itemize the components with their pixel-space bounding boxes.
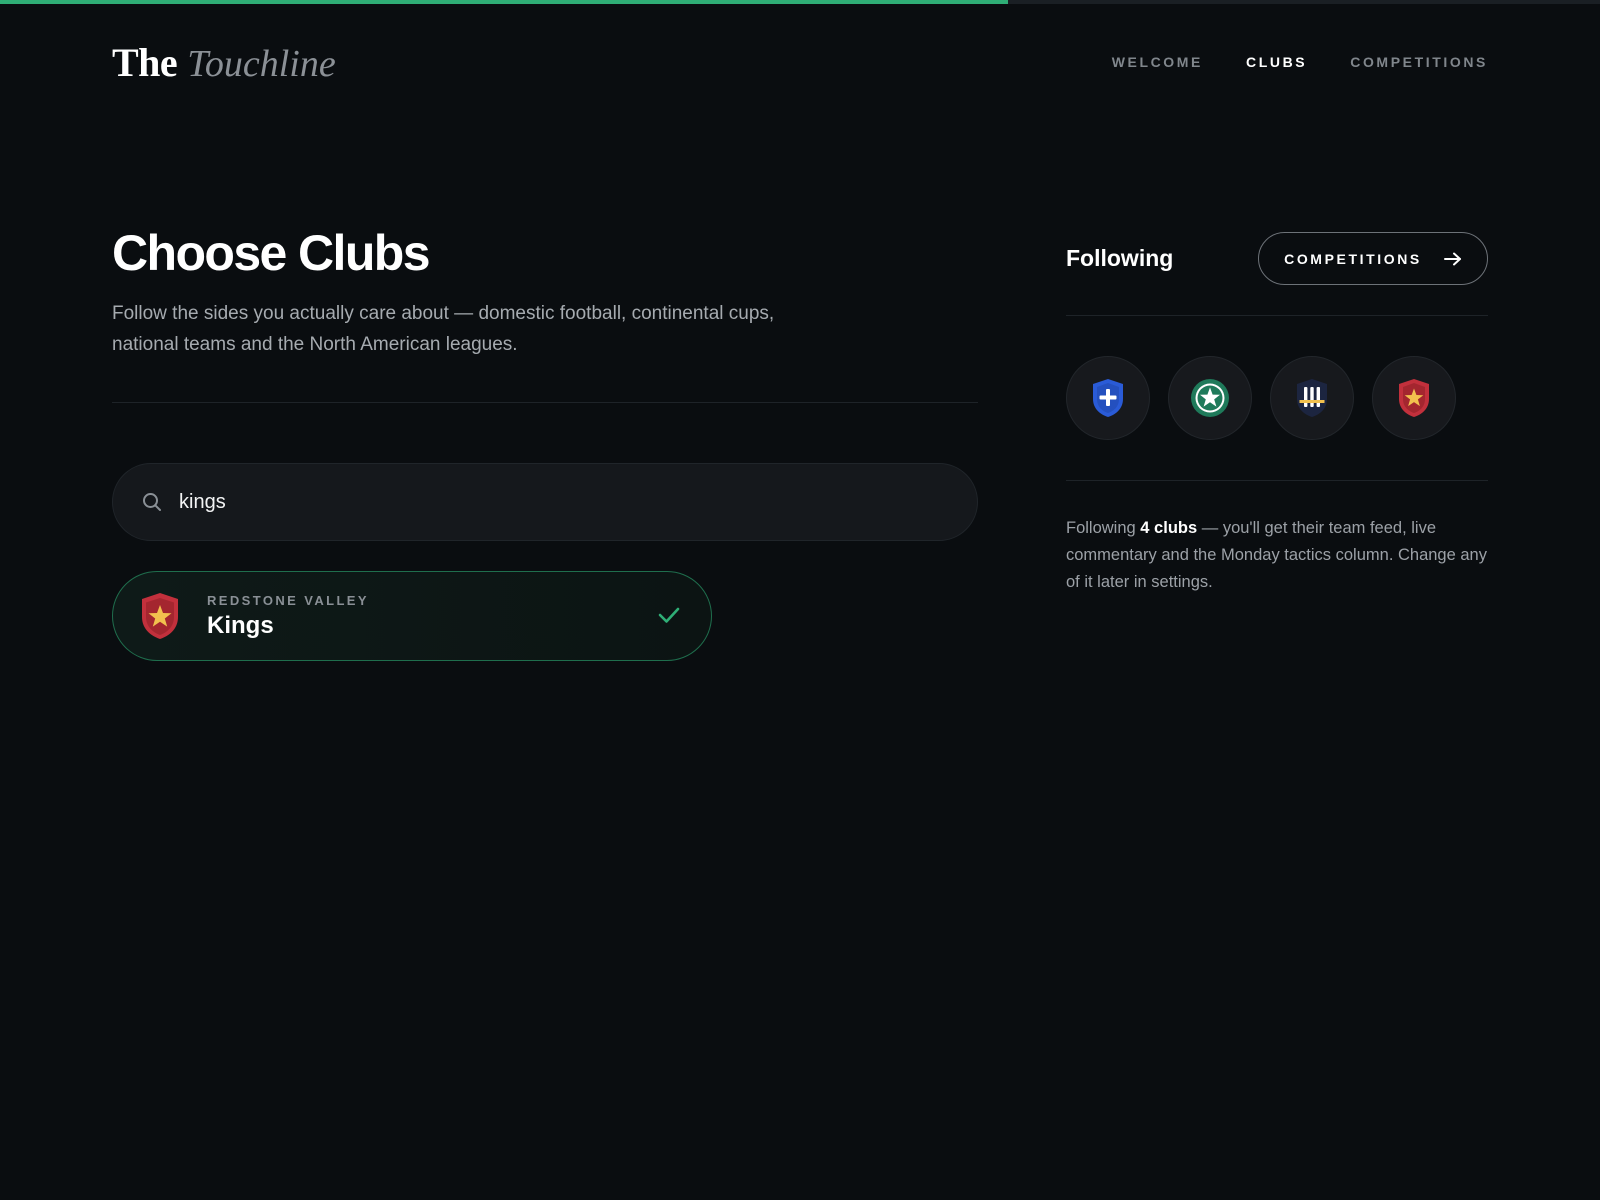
following-title: Following — [1066, 245, 1174, 271]
search-bar[interactable] — [112, 463, 978, 541]
following-note-prefix: Following — [1066, 519, 1141, 537]
check-icon — [658, 607, 680, 623]
club-result-text: REDSTONE VALLEY Kings — [207, 593, 369, 640]
club-region: REDSTONE VALLEY — [207, 592, 369, 608]
page-title: Choose Clubs — [112, 225, 431, 281]
red-shield-star-crest-icon — [142, 593, 178, 639]
navy-stripes-crest-icon — [1297, 379, 1327, 417]
club-name: Kings — [207, 611, 274, 639]
following-panel: Following COMPETITIONS Following 4 clubs… — [1066, 232, 1488, 596]
following-note: Following 4 clubs — you'll get their tea… — [1066, 515, 1488, 596]
following-header: Following COMPETITIONS — [1066, 232, 1488, 285]
brand-the: The — [112, 39, 178, 85]
nav-welcome[interactable]: WELCOME — [1112, 54, 1203, 70]
search-input[interactable] — [179, 490, 879, 514]
red-shield-star-crest-icon — [1399, 379, 1429, 417]
nav-clubs[interactable]: CLUBS — [1246, 54, 1307, 70]
competitions-button[interactable]: COMPETITIONS — [1258, 232, 1488, 285]
followed-club-red[interactable] — [1372, 356, 1456, 440]
nav-competitions[interactable]: COMPETITIONS — [1350, 54, 1488, 70]
search-icon — [143, 493, 161, 511]
top-nav: WELCOME CLUBS COMPETITIONS — [1112, 54, 1488, 70]
following-count: 4 clubs — [1140, 519, 1198, 537]
competitions-button-label: COMPETITIONS — [1284, 250, 1422, 267]
followed-club-green[interactable] — [1168, 356, 1252, 440]
club-result-card[interactable]: REDSTONE VALLEY Kings — [112, 571, 712, 661]
page-subtitle: Follow the sides you actually care about… — [112, 303, 775, 355]
green-circle-star-crest-icon — [1191, 379, 1229, 417]
divider — [112, 402, 978, 403]
followed-club-navy[interactable] — [1270, 356, 1354, 440]
blue-shield-cross-crest-icon — [1093, 379, 1123, 417]
top-bar: The Touchline WELCOME CLUBS COMPETITIONS — [112, 36, 1488, 88]
followed-clubs — [1066, 316, 1488, 480]
arrow-right-icon — [1443, 252, 1461, 265]
main-content: Choose Clubs Follow the sides you actual… — [112, 222, 978, 661]
divider — [1066, 480, 1488, 481]
brand-logo[interactable]: The Touchline — [112, 39, 336, 86]
progress-fill — [0, 0, 1008, 4]
progress-bar — [0, 0, 1600, 4]
brand-touchline: Touchline — [187, 42, 336, 85]
followed-club-blue[interactable] — [1066, 356, 1150, 440]
